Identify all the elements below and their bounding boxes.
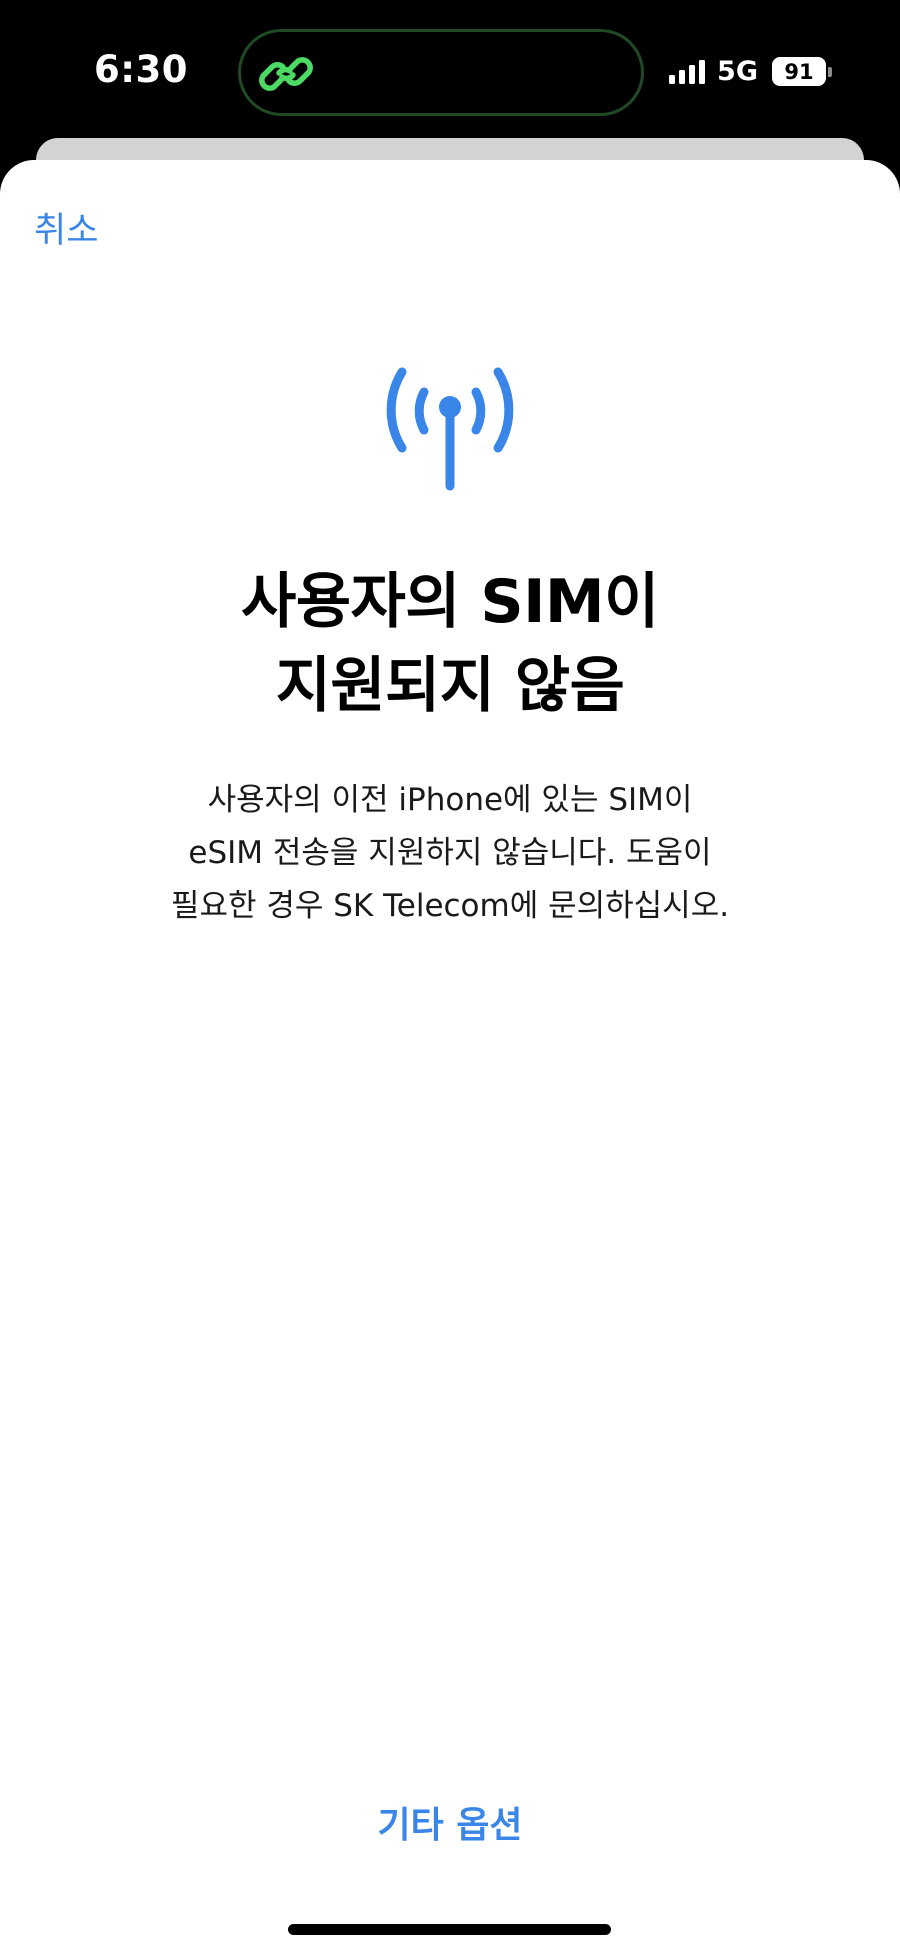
title-line: 사용자의 SIM이: [241, 567, 659, 637]
battery-cap: [828, 66, 832, 77]
antenna-signal-icon: [386, 367, 514, 491]
status-time: 6:30: [94, 48, 189, 91]
dynamic-island[interactable]: [238, 29, 644, 116]
page-title: 사용자의 SIM이 지원되지 않음: [0, 560, 900, 728]
status-indicators: 5G 91: [669, 56, 832, 87]
modal-sheet: 취소 사용자의 SIM이 지원되지 않음 사용자의 이전 iPhone에 있는 …: [0, 160, 900, 1956]
battery-percent: 91: [772, 57, 826, 86]
title-line: 지원되지 않음: [275, 651, 625, 721]
link-icon: [259, 57, 313, 91]
description-line: 필요한 경우 SK Telecom에 문의하십시오.: [170, 888, 730, 924]
cellular-signal-icon: [669, 59, 706, 84]
description-text: 사용자의 이전 iPhone에 있는 SIM이 eSIM 전송을 지원하지 않습…: [0, 774, 900, 933]
other-options-button[interactable]: 기타 옵션: [0, 1796, 900, 1848]
network-type: 5G: [717, 56, 758, 87]
home-indicator[interactable]: [288, 1924, 611, 1935]
cancel-button[interactable]: 취소: [34, 202, 98, 253]
screen: 6:30 5G 91 취소 사용자의 SIM이 지원되지 않음 사용자의 이전 …: [0, 0, 900, 1956]
battery-icon: 91: [772, 57, 832, 86]
description-line: 사용자의 이전 iPhone에 있는 SIM이: [207, 782, 693, 818]
description-line: eSIM 전송을 지원하지 않습니다. 도움이: [188, 835, 712, 871]
